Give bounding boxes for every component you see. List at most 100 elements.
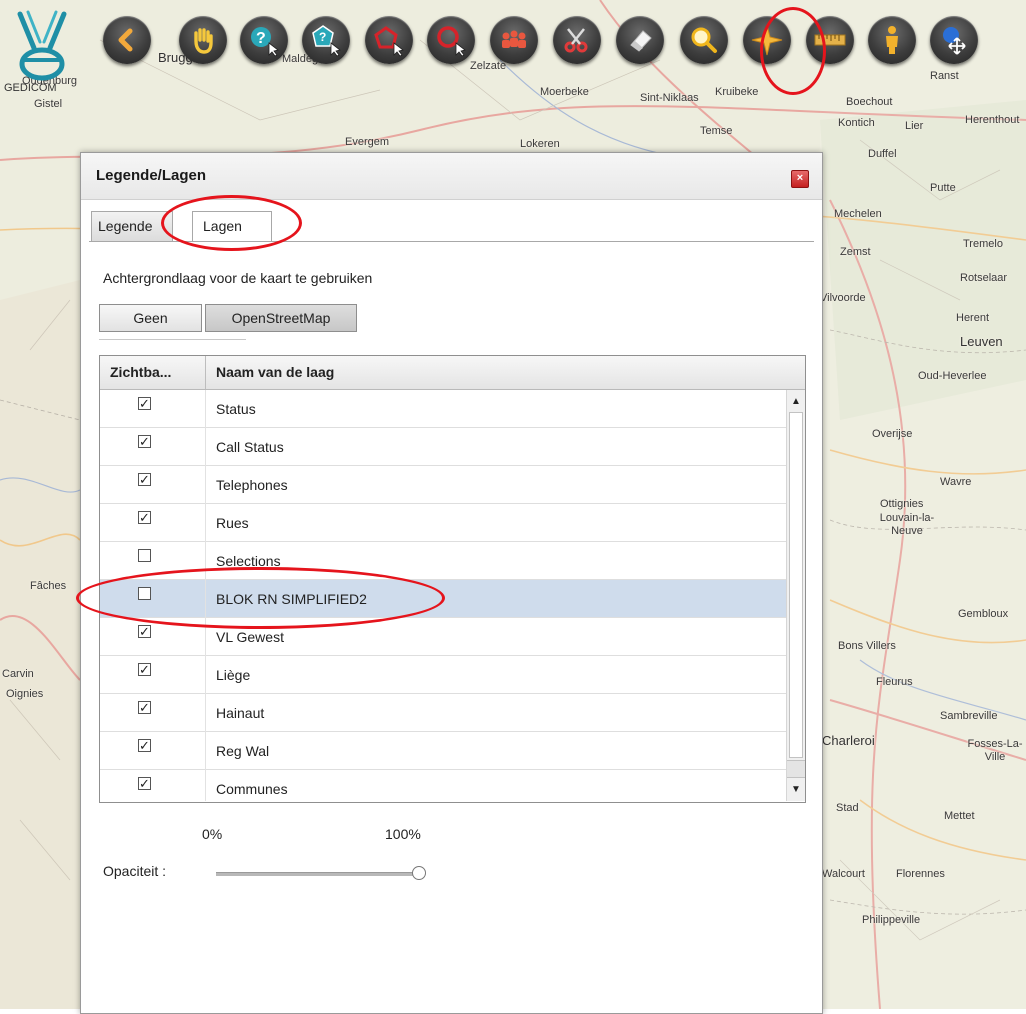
map-label: Ottignies <box>880 498 924 510</box>
layer-name: Status <box>216 401 256 417</box>
map-label: Kruibeke <box>715 86 759 98</box>
close-button[interactable]: × <box>791 170 809 188</box>
map-toolbar: ? ? <box>100 16 1026 72</box>
layer-row[interactable]: ✓ Reg Wal <box>100 732 786 770</box>
map-label: Tremelo <box>963 238 1003 250</box>
layer-row[interactable]: ✓ VL Gewest <box>100 618 786 656</box>
measure-button[interactable] <box>806 16 854 64</box>
cut-icon <box>564 28 588 53</box>
layer-row[interactable]: ✓ Call Status <box>100 428 786 466</box>
scroll-down-icon[interactable]: ▼ <box>787 781 805 799</box>
group-button[interactable] <box>490 16 538 64</box>
map-label: Rotselaar <box>960 272 1008 284</box>
opacity-label: Opaciteit : <box>103 863 167 879</box>
layer-name: Selections <box>216 553 281 569</box>
visibility-cell <box>100 580 206 618</box>
map-label: Evergem <box>345 136 390 148</box>
background-none-button[interactable]: Geen <box>99 304 202 332</box>
map-label: Overijse <box>872 428 913 440</box>
visibility-checkbox[interactable] <box>138 587 151 600</box>
group-icon <box>502 30 526 48</box>
map-label: Moerbeke <box>540 86 589 98</box>
background-osm-button[interactable]: OpenStreetMap <box>205 304 357 332</box>
map-label: Zemst <box>840 246 871 258</box>
scrollbar-thumb[interactable] <box>789 412 803 758</box>
move-button[interactable] <box>930 16 978 64</box>
layer-name: Call Status <box>216 439 284 455</box>
tab-label: Lagen <box>203 218 242 234</box>
map-label: Oignies <box>6 688 44 700</box>
visibility-checkbox[interactable]: ✓ <box>138 435 151 448</box>
layer-name: Reg Wal <box>216 743 270 759</box>
identify-polygon-button[interactable]: ? <box>302 16 350 64</box>
map-label: Kontich <box>838 117 875 129</box>
select-circle-button[interactable] <box>427 16 475 64</box>
street-view-button[interactable] <box>868 16 916 64</box>
back-button[interactable] <box>103 16 151 64</box>
map-label: Sint-Niklaas <box>640 92 699 104</box>
layers-grid: Zichtba... Naam van de laag ✓ Status ✓ Call… <box>99 355 806 803</box>
map-label: Stad <box>836 802 859 814</box>
column-header-visible[interactable]: Zichtba... <box>100 356 206 389</box>
grid-scrollbar[interactable]: ▲ ▼ <box>786 390 805 801</box>
layer-row[interactable]: Selections <box>100 542 786 580</box>
visibility-checkbox[interactable]: ✓ <box>138 739 151 752</box>
visibility-checkbox[interactable] <box>138 549 151 562</box>
visibility-cell: ✓ <box>100 694 206 732</box>
map-label: Florennes <box>896 868 945 880</box>
scroll-up-icon[interactable]: ▲ <box>787 393 805 411</box>
tab-divider <box>89 241 814 242</box>
layer-name: Hainaut <box>216 705 265 721</box>
layer-name: Communes <box>216 781 288 797</box>
layer-name: Rues <box>216 515 249 531</box>
visibility-cell: ✓ <box>100 428 206 466</box>
map-label: Putte <box>930 182 956 194</box>
select-polygon-button[interactable] <box>365 16 413 64</box>
column-header-layer-name[interactable]: Naam van de laag <box>206 356 805 389</box>
layer-name: Liège <box>216 667 251 683</box>
move-icon <box>943 27 966 55</box>
map-label: Oud-Heverlee <box>918 370 987 382</box>
tab-legende[interactable]: Legende <box>91 211 173 241</box>
ruler-icon <box>814 34 846 46</box>
identify-polygon-icon: ? <box>312 25 341 57</box>
map-label: Carvin <box>2 668 34 680</box>
layer-row[interactable]: BLOK RN SIMPLIFIED2 <box>100 580 786 618</box>
visibility-checkbox[interactable]: ✓ <box>138 473 151 486</box>
visibility-cell: ✓ <box>100 732 206 770</box>
visibility-checkbox[interactable]: ✓ <box>138 625 151 638</box>
map-label: Philippeville <box>862 914 921 926</box>
map-label: Herenthout <box>965 114 1020 126</box>
visibility-checkbox[interactable]: ✓ <box>138 663 151 676</box>
cut-button[interactable] <box>553 16 601 64</box>
zoom-button[interactable] <box>680 16 728 64</box>
layer-row[interactable]: ✓ Communes <box>100 770 786 801</box>
layer-row[interactable]: ✓ Rues <box>100 504 786 542</box>
map-label: Gistel <box>34 98 63 110</box>
visibility-checkbox[interactable]: ✓ <box>138 777 151 790</box>
pan-button[interactable] <box>179 16 227 64</box>
gedicom-logo-icon <box>17 10 67 81</box>
tab-lagen[interactable]: Lagen <box>192 211 272 242</box>
identify-button[interactable]: ? <box>240 16 288 64</box>
layer-row[interactable]: ✓ Liège <box>100 656 786 694</box>
star-tool-button[interactable] <box>743 16 791 64</box>
zoom-icon <box>691 27 717 53</box>
visibility-checkbox[interactable]: ✓ <box>138 397 151 410</box>
visibility-checkbox[interactable]: ✓ <box>138 511 151 524</box>
visibility-checkbox[interactable]: ✓ <box>138 701 151 714</box>
layer-row[interactable]: ✓ Telephones <box>100 466 786 504</box>
eraser-icon <box>630 30 652 52</box>
opacity-slider-thumb[interactable] <box>412 866 426 880</box>
grid-body: ✓ Status ✓ Call Status ✓ Telephones ✓ Rues Selec… <box>100 390 786 801</box>
map-label: Fleurus <box>876 676 913 688</box>
eraser-button[interactable] <box>616 16 664 64</box>
dialog-header[interactable]: Legende/Lagen × <box>81 153 822 200</box>
scrollbar-track-segment[interactable] <box>787 760 805 778</box>
opacity-max-label: 100% <box>385 826 421 842</box>
opacity-slider-track[interactable] <box>216 872 421 876</box>
layer-row[interactable]: ✓ Status <box>100 390 786 428</box>
layer-row[interactable]: ✓ Hainaut <box>100 694 786 732</box>
visibility-cell: ✓ <box>100 770 206 801</box>
select-circle-icon <box>437 26 466 57</box>
